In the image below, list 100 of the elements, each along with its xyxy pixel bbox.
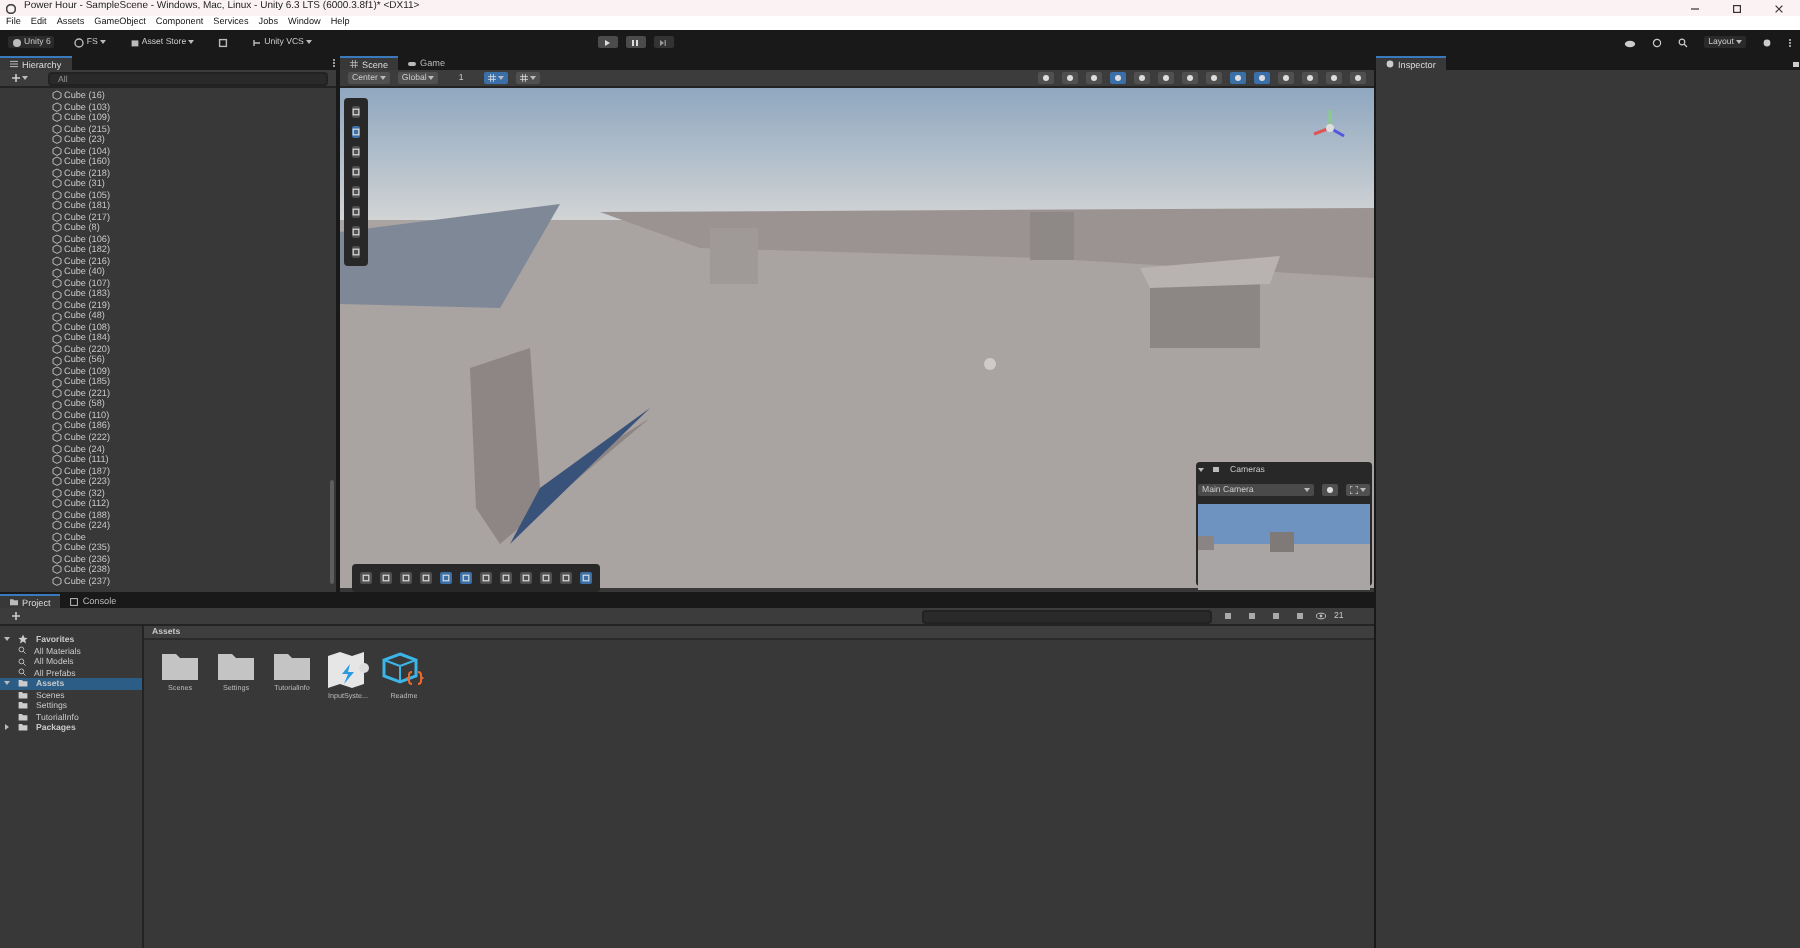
square-icon [352, 148, 360, 156]
step-icon [658, 37, 668, 47]
package-button[interactable] [214, 36, 233, 48]
circle-icon [1066, 74, 1074, 82]
circle-icon [1234, 74, 1242, 82]
circle-icon [1210, 74, 1218, 82]
view-option-button[interactable] [1134, 72, 1150, 84]
caret-icon [305, 40, 312, 44]
square-icon [422, 574, 430, 582]
maximize-icon[interactable] [1732, 3, 1742, 13]
caret-icon [1360, 487, 1366, 491]
square-icon [352, 208, 360, 216]
view-option-button[interactable] [1278, 72, 1294, 84]
square-icon [562, 574, 570, 582]
folder-icon[interactable] [274, 652, 310, 680]
caret-icon [1304, 487, 1310, 491]
expand-arrow-icon[interactable] [4, 724, 10, 731]
close-icon[interactable] [1774, 3, 1784, 13]
square-icon [382, 574, 390, 582]
circle-icon [1354, 74, 1362, 82]
add-button[interactable] [8, 72, 32, 84]
square-icon [482, 574, 490, 582]
square-icon [352, 248, 360, 256]
view-option-button[interactable] [1182, 72, 1198, 84]
pause-button[interactable] [625, 36, 645, 48]
circle-icon [1186, 74, 1194, 82]
circle-icon [1162, 74, 1170, 82]
folder-icon[interactable] [162, 652, 198, 680]
expand-arrow-icon[interactable] [4, 636, 10, 643]
caret-icon [529, 76, 536, 80]
caret-icon [428, 76, 435, 80]
circle-icon [1138, 74, 1146, 82]
console-icon [70, 597, 79, 605]
star-icon [18, 634, 28, 645]
caret-icon [188, 40, 195, 44]
grid-toggle-button[interactable] [483, 72, 508, 84]
filter-button[interactable] [1220, 610, 1236, 622]
input-actions-icon[interactable] [326, 652, 370, 688]
square-icon [522, 574, 530, 582]
filter-button[interactable] [1244, 610, 1260, 622]
caret-icon [99, 40, 106, 44]
view-option-button[interactable] [1302, 72, 1318, 84]
view-option-button[interactable] [1062, 72, 1078, 84]
view-option-button[interactable] [1038, 72, 1054, 84]
play-icon [602, 37, 612, 47]
cube-script-icon[interactable] [382, 652, 426, 688]
camera-settings-button[interactable] [1322, 483, 1338, 495]
plus-icon [12, 612, 20, 620]
search-field[interactable] [922, 609, 1212, 623]
square-icon [442, 574, 450, 582]
view-option-button[interactable] [1110, 72, 1126, 84]
view-option-button[interactable] [1230, 72, 1246, 84]
view-option-button[interactable] [1254, 72, 1270, 84]
square-icon [362, 574, 370, 582]
minimize-icon[interactable] [1690, 3, 1700, 13]
folder-icon[interactable] [218, 652, 254, 680]
grid-icon [350, 60, 358, 68]
expand-arrow-icon[interactable] [4, 680, 10, 687]
view-option-button[interactable] [1206, 72, 1222, 84]
square-icon [582, 574, 590, 582]
square-icon [402, 574, 410, 582]
snap-toggle-button[interactable] [515, 72, 540, 84]
square-icon [542, 574, 550, 582]
filter-button[interactable] [1268, 610, 1284, 622]
circle-icon [1306, 74, 1314, 82]
circle-icon [1090, 74, 1098, 82]
eye-icon [1316, 612, 1326, 620]
cloud-icon[interactable] [1624, 37, 1637, 47]
caret-icon [379, 76, 386, 80]
square-icon [1224, 612, 1232, 620]
list-icon [10, 60, 18, 68]
caret-icon [22, 76, 28, 80]
expand-button[interactable] [1346, 483, 1370, 495]
square-icon [352, 188, 360, 196]
square-icon [352, 168, 360, 176]
search-icon[interactable] [1678, 37, 1689, 47]
filter-button[interactable] [1292, 610, 1308, 622]
square-icon [1248, 612, 1256, 620]
view-option-button[interactable] [1158, 72, 1174, 84]
box-icon [218, 37, 229, 47]
square-icon [352, 128, 360, 136]
square-icon [1272, 612, 1280, 620]
square-icon [352, 108, 360, 116]
circle-icon [1042, 74, 1050, 82]
branch-icon [252, 37, 263, 47]
circle-icon [1330, 74, 1338, 82]
view-option-button[interactable] [1326, 72, 1342, 84]
view-option-button[interactable] [1086, 72, 1102, 84]
square-icon [462, 574, 470, 582]
add-button[interactable] [8, 610, 24, 622]
circle-icon [1258, 74, 1266, 82]
square-icon [502, 574, 510, 582]
view-option-button[interactable] [1350, 72, 1366, 84]
play-button[interactable] [597, 36, 617, 48]
step-button[interactable] [653, 36, 673, 48]
grid-icon [519, 74, 528, 82]
expand-icon [1350, 485, 1358, 493]
pause-icon [630, 37, 640, 47]
square-icon [352, 228, 360, 236]
caret-icon [1735, 40, 1742, 44]
